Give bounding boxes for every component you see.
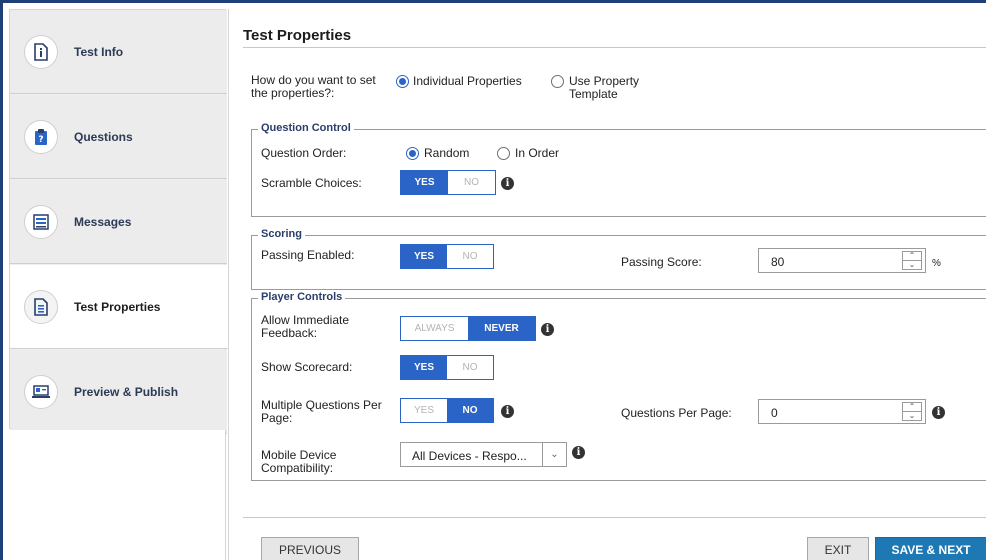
question-order-label: Question Order: [261, 146, 347, 160]
document-info-icon [24, 34, 58, 69]
scramble-yes-option[interactable]: YES [401, 171, 448, 194]
scramble-choices-toggle[interactable]: YES NO [400, 170, 496, 195]
in-order-radio[interactable] [497, 147, 510, 160]
individual-properties-label: Individual Properties [413, 74, 522, 88]
sidebar-item-label: Test Info [74, 44, 124, 59]
questions-per-page-label: Questions Per Page: [621, 406, 732, 420]
info-icon[interactable]: i [541, 323, 554, 336]
question-control-legend: Question Control [258, 122, 354, 134]
random-order-label: Random [424, 146, 470, 160]
multi-yes-option[interactable]: YES [401, 399, 447, 422]
scramble-choices-label: Scramble Choices: [261, 176, 362, 190]
clipboard-question-icon: ? [24, 119, 58, 154]
set-properties-label: How do you want to set the properties?: [251, 73, 376, 100]
stepper-buttons[interactable]: ⌃ ⌄ [902, 251, 922, 270]
mobile-compatibility-label: Mobile Device Compatibility: [261, 448, 337, 475]
immediate-feedback-label: Allow Immediate Feedback: [261, 313, 350, 340]
individual-properties-radio[interactable] [396, 75, 409, 88]
player-controls-legend: Player Controls [258, 291, 346, 303]
multiple-questions-toggle[interactable]: YES NO [400, 398, 494, 423]
sidebar-nav: Test Info ? Questions Messages Test Prop… [9, 9, 230, 434]
passing-no-option[interactable]: NO [447, 245, 493, 268]
question-control-group: Question Control [251, 122, 986, 217]
sidebar-item-preview-publish[interactable]: Preview & Publish [10, 350, 227, 434]
svg-text:?: ? [38, 135, 43, 145]
passing-score-stepper[interactable]: 80 ⌃ ⌄ [758, 248, 926, 273]
questions-per-page-value: 0 [771, 406, 778, 420]
show-scorecard-label: Show Scorecard: [261, 360, 353, 374]
random-order-radio[interactable] [406, 147, 419, 160]
main-panel: Test Properties How do you want to set t… [228, 9, 986, 560]
info-icon[interactable]: i [932, 406, 945, 419]
multiple-questions-label: Multiple Questions Per Page: [261, 398, 382, 425]
scorecard-yes-option[interactable]: YES [401, 356, 447, 379]
sidebar-item-label: Questions [74, 129, 133, 144]
info-icon[interactable]: i [501, 405, 514, 418]
passing-score-value: 80 [771, 255, 785, 269]
feedback-never-option[interactable]: NEVER [468, 317, 535, 340]
page-title: Test Properties [243, 27, 352, 44]
multi-no-option[interactable]: NO [447, 399, 493, 422]
player-controls-group: Player Controls [251, 291, 986, 481]
chevron-down-icon[interactable]: ⌄ [903, 261, 921, 269]
properties-list-icon [24, 289, 58, 324]
info-icon[interactable]: i [572, 446, 585, 459]
passing-enabled-toggle[interactable]: YES NO [400, 244, 494, 269]
mobile-compatibility-select[interactable]: All Devices - Respo... ⌄ [400, 442, 567, 467]
sidebar-item-label: Preview & Publish [74, 384, 179, 399]
show-scorecard-toggle[interactable]: YES NO [400, 355, 494, 380]
mobile-compatibility-value: All Devices - Respo... [412, 449, 527, 463]
sidebar-item-messages[interactable]: Messages [10, 180, 227, 264]
sidebar-item-label: Messages [74, 214, 132, 229]
use-property-template-label: Use Property Template [569, 74, 640, 101]
message-list-icon [24, 204, 58, 239]
passing-yes-option[interactable]: YES [401, 245, 447, 268]
chevron-down-icon[interactable]: ⌄ [903, 412, 921, 420]
sidebar-item-questions[interactable]: ? Questions [10, 95, 227, 179]
percent-unit: % [932, 258, 941, 269]
in-order-label: In Order [515, 146, 560, 160]
sidebar-item-test-info[interactable]: Test Info [10, 10, 227, 94]
questions-per-page-stepper[interactable]: 0 ⌃ ⌄ [758, 399, 926, 424]
previous-button[interactable]: PREVIOUS [261, 537, 359, 560]
info-icon[interactable]: i [501, 177, 514, 190]
sidebar-item-test-properties[interactable]: Test Properties [10, 265, 230, 349]
feedback-always-option[interactable]: ALWAYS [401, 317, 468, 340]
sidebar-empty-area [9, 430, 226, 560]
exit-button[interactable]: EXIT [807, 537, 869, 560]
scoring-legend: Scoring [258, 228, 305, 240]
passing-score-label: Passing Score: [621, 255, 702, 269]
passing-enabled-label: Passing Enabled: [261, 248, 355, 262]
sidebar-item-label: Test Properties [74, 299, 161, 314]
use-property-template-radio[interactable] [551, 75, 564, 88]
save-and-next-button[interactable]: SAVE & NEXT [875, 537, 986, 560]
divider [243, 47, 986, 48]
chevron-down-icon[interactable]: ⌄ [542, 443, 566, 466]
stepper-buttons[interactable]: ⌃ ⌄ [902, 402, 922, 421]
scramble-no-option[interactable]: NO [448, 171, 495, 194]
scorecard-no-option[interactable]: NO [447, 356, 493, 379]
laptop-preview-icon [24, 374, 58, 409]
footer-divider [243, 517, 986, 518]
immediate-feedback-toggle[interactable]: ALWAYS NEVER [400, 316, 536, 341]
